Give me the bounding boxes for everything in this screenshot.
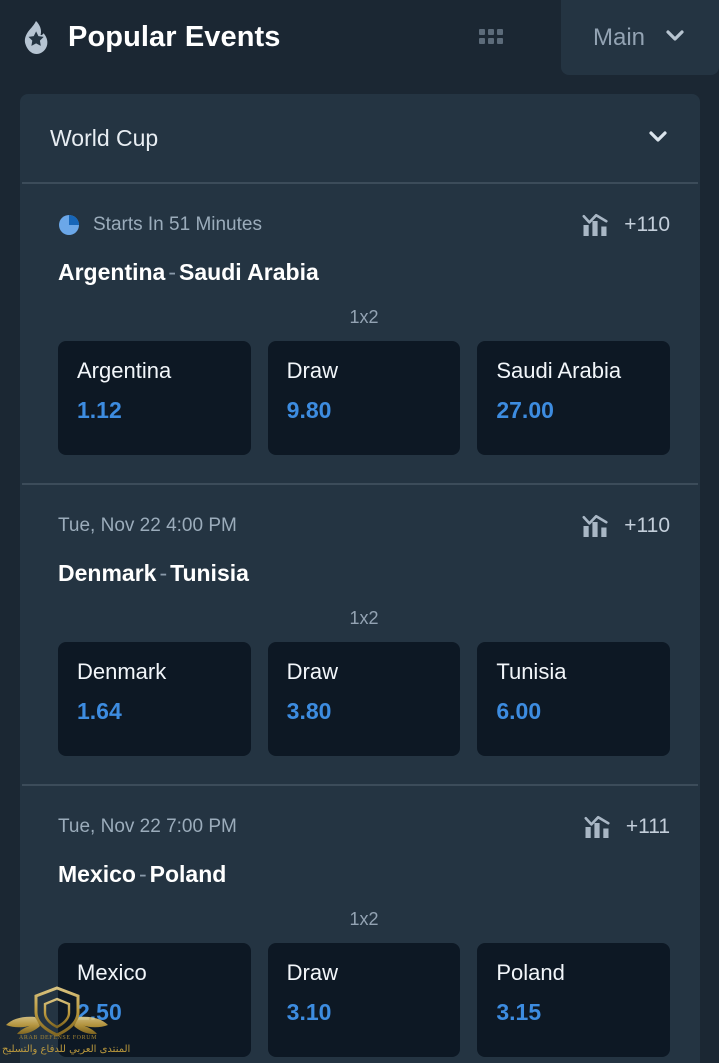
- team-separator: -: [138, 861, 147, 887]
- flame-star-icon: [20, 20, 52, 56]
- league-header[interactable]: World Cup: [20, 94, 700, 182]
- odd-label: Poland: [496, 960, 565, 985]
- markets-count: +110: [624, 213, 670, 236]
- markets-count: +110: [624, 514, 670, 537]
- match-time: Starts In 51 Minutes: [93, 214, 262, 235]
- home-team: Argentina: [58, 259, 166, 285]
- stats-chart-icon[interactable]: [582, 514, 608, 538]
- odd-value: 6.00: [496, 698, 542, 724]
- match-teams: Argentina - Saudi Arabia: [58, 259, 670, 286]
- team-separator: -: [168, 259, 177, 285]
- odd-button[interactable]: Poland 3.15: [477, 943, 671, 1057]
- stats-chart-icon[interactable]: [582, 213, 608, 237]
- odds-row: Argentina 1.12 Draw 9.80 Saudi Arabia 27…: [58, 341, 671, 455]
- market-label: 1x2: [349, 307, 379, 327]
- chevron-down-icon: [663, 23, 687, 52]
- odd-value: 3.10: [286, 999, 332, 1025]
- odd-value: 1.12: [77, 397, 122, 423]
- match-time-group: Starts In 51 Minutes: [58, 214, 582, 236]
- match-time: Tue, Nov 22 4:00 PM: [58, 515, 237, 536]
- odd-button[interactable]: Draw 9.80: [267, 341, 461, 455]
- page-title: Popular Events: [68, 21, 281, 53]
- match-teams: Mexico - Poland: [58, 861, 670, 888]
- match-stats-group[interactable]: +110: [582, 213, 670, 237]
- odd-label: Tunisia: [496, 659, 567, 684]
- odd-button[interactable]: Draw 3.80: [267, 642, 461, 756]
- odds-row: Mexico 2.50 Draw 3.10 Poland 3.15: [58, 943, 671, 1057]
- markets-count: +111: [625, 815, 670, 838]
- market-label: 1x2: [349, 909, 379, 929]
- match-header: Tue, Nov 22 4:00 PM +110: [58, 511, 670, 541]
- match-time-group: Tue, Nov 22 7:00 PM: [58, 816, 584, 838]
- odd-button[interactable]: Argentina 1.12: [58, 341, 251, 455]
- odd-button[interactable]: Tunisia 6.00: [477, 642, 671, 756]
- match-header: Starts In 51 Minutes +110: [58, 210, 670, 240]
- league-name: World Cup: [50, 124, 159, 151]
- odd-label: Draw: [286, 358, 339, 383]
- chevron-down-icon[interactable]: [646, 124, 670, 153]
- odd-value: 9.80: [286, 397, 332, 423]
- odd-button[interactable]: Saudi Arabia 27.00: [477, 341, 671, 455]
- odd-label: Draw: [286, 659, 339, 684]
- odd-label: Mexico: [77, 960, 147, 985]
- away-team: Tunisia: [170, 560, 249, 586]
- pie-clock-icon: [58, 214, 80, 236]
- away-team: Saudi Arabia: [179, 259, 319, 285]
- match-stats-group[interactable]: +111: [584, 815, 670, 839]
- popular-events-screen: Popular Events Main World Cup Starts In …: [0, 0, 719, 1063]
- home-team: Denmark: [58, 560, 157, 586]
- odd-label: Saudi Arabia: [496, 358, 622, 383]
- odd-value: 1.64: [77, 698, 122, 724]
- match-row[interactable]: Tue, Nov 22 4:00 PM +110 Denmark - Tunis…: [20, 485, 700, 784]
- match-time-group: Tue, Nov 22 4:00 PM: [58, 515, 582, 537]
- home-team: Mexico: [58, 861, 136, 887]
- league-card: World Cup Starts In 51 Minutes +110 Arge…: [20, 94, 700, 1063]
- header-title-group: Popular Events: [20, 20, 479, 56]
- odd-label: Denmark: [77, 659, 167, 684]
- page-header: Popular Events Main: [0, 0, 719, 75]
- odd-button[interactable]: Mexico 2.50: [58, 943, 251, 1057]
- match-stats-group[interactable]: +110: [582, 514, 670, 538]
- match-header: Tue, Nov 22 7:00 PM +111: [58, 812, 670, 842]
- market-label: 1x2: [349, 608, 379, 628]
- odd-value: 2.50: [77, 999, 122, 1025]
- match-teams: Denmark - Tunisia: [58, 560, 670, 587]
- odd-label: Draw: [286, 960, 339, 985]
- match-row[interactable]: Starts In 51 Minutes +110 Argentina - Sa…: [20, 184, 700, 483]
- tab-main[interactable]: Main: [561, 0, 719, 75]
- stats-chart-icon[interactable]: [584, 815, 610, 839]
- match-time: Tue, Nov 22 7:00 PM: [58, 816, 237, 837]
- grid-apps-icon[interactable]: [479, 28, 505, 47]
- odd-value: 3.80: [286, 698, 332, 724]
- tab-main-label: Main: [592, 23, 646, 51]
- odds-row: Denmark 1.64 Draw 3.80 Tunisia 6.00: [58, 642, 671, 756]
- odd-button[interactable]: Draw 3.10: [267, 943, 461, 1057]
- team-separator: -: [159, 560, 168, 586]
- away-team: Poland: [149, 861, 227, 887]
- match-row[interactable]: Tue, Nov 22 7:00 PM +111 Mexico - Poland…: [20, 786, 700, 1063]
- odd-value: 3.15: [496, 999, 542, 1025]
- odd-label: Argentina: [77, 358, 172, 383]
- odd-button[interactable]: Denmark 1.64: [58, 642, 251, 756]
- odd-value: 27.00: [496, 397, 554, 423]
